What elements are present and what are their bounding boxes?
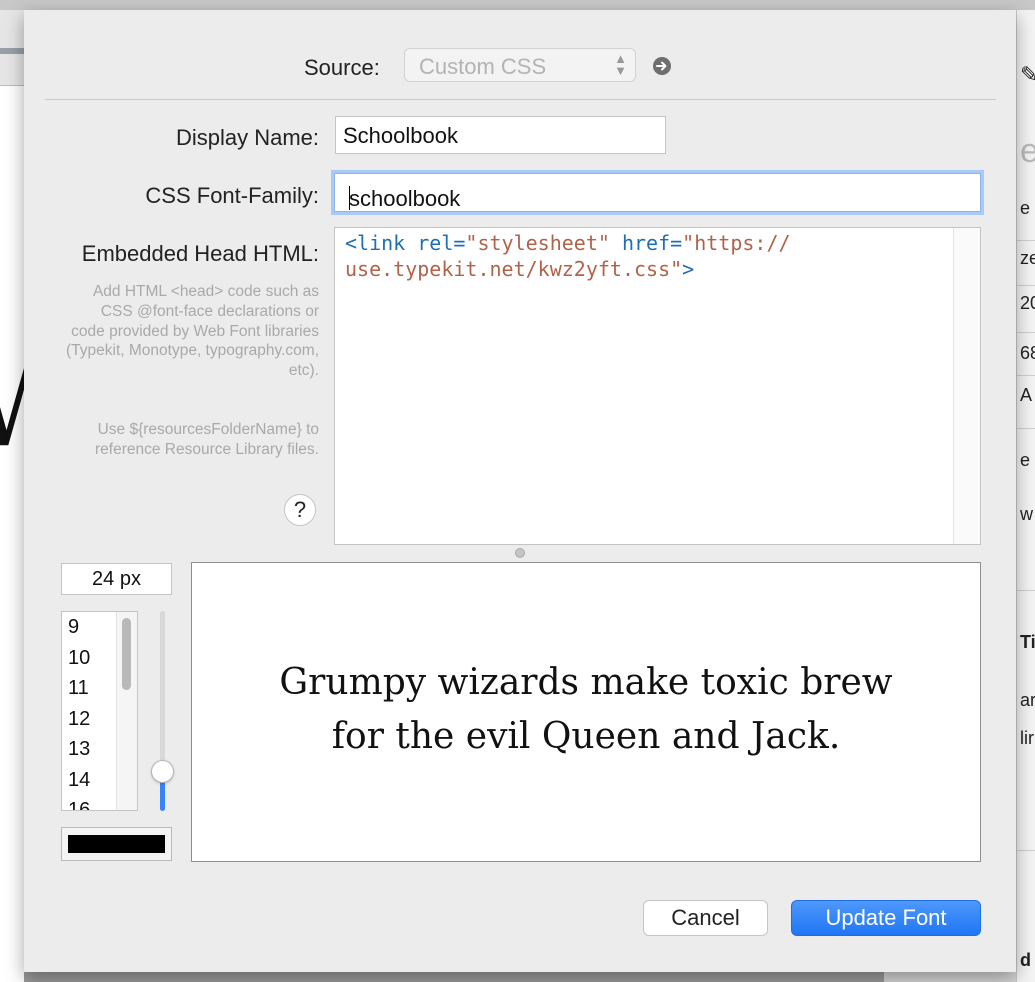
go-arrow-button[interactable]	[653, 57, 671, 75]
preview-line-2: for the evil Queen and Jack.	[331, 716, 841, 757]
section-divider	[45, 99, 996, 100]
size-option[interactable]: 16	[68, 799, 90, 810]
inspector-fragment: e	[1020, 198, 1031, 218]
source-popup-value: Custom CSS	[419, 54, 547, 79]
background-canvas	[0, 10, 24, 982]
display-name-value: Schoolbook	[343, 123, 458, 148]
background-inspector-panel: ✎ e e ze 20 68 A e l w Ti ar lir d	[1016, 10, 1035, 982]
inspector-fragment: e	[1020, 132, 1035, 171]
cancel-button[interactable]: Cancel	[643, 900, 768, 936]
preview-line-1: Grumpy wizards make toxic brew	[279, 662, 893, 703]
display-name-label: Display Name:	[175, 125, 319, 150]
embedded-head-code: <link rel="stylesheet" href="https:// us…	[345, 231, 791, 281]
source-label: Source:	[304, 55, 380, 80]
embedded-head-label: Embedded Head HTML:	[81, 241, 319, 266]
size-option[interactable]: 11	[68, 677, 89, 700]
css-font-family-label: CSS Font-Family:	[145, 183, 319, 208]
popup-chevrons-icon: ▲ ▼	[614, 51, 627, 78]
size-list-scrollbar[interactable]	[116, 612, 137, 810]
arrow-right-icon	[656, 61, 667, 71]
resources-help-text: Use ${resourcesFolderName} to reference …	[95, 421, 319, 458]
inspector-fragment: A	[1020, 385, 1033, 405]
size-option[interactable]: 12	[68, 708, 90, 731]
inspector-fragment: 20	[1020, 293, 1035, 313]
font-color-well[interactable]	[61, 827, 172, 861]
inspector-fragment: d	[1020, 950, 1031, 970]
background-window-titlebar	[0, 0, 1035, 10]
text-caret	[349, 186, 350, 210]
embedded-head-help-text: Add HTML <head> code such as CSS @font-f…	[66, 283, 319, 380]
display-name-field[interactable]: Schoolbook	[335, 116, 666, 154]
inspector-icon: ✎	[1020, 62, 1035, 88]
inspector-fragment: ze	[1020, 248, 1035, 268]
font-preview: Grumpy wizards make toxic brew for the e…	[191, 562, 981, 862]
font-size-list[interactable]: 9 10 11 12 13 14 16	[61, 611, 138, 811]
help-button[interactable]: ?	[284, 494, 316, 526]
splitter-handle[interactable]	[515, 548, 525, 558]
css-font-family-value: schoolbook	[349, 186, 461, 211]
inspector-fragment: e l	[1020, 450, 1035, 470]
background-toolbar-strip	[0, 48, 24, 54]
background-statusbar	[24, 972, 884, 982]
font-size-field[interactable]: 24 px	[61, 563, 172, 595]
editor-scrollbar[interactable]	[953, 228, 980, 544]
font-size-slider-knob[interactable]	[151, 759, 174, 783]
font-color-swatch	[68, 835, 165, 853]
inspector-fragment: lir	[1020, 728, 1034, 748]
inspector-fragment: 68	[1020, 343, 1035, 363]
embedded-head-editor[interactable]: <link rel="stylesheet" href="https:// us…	[334, 227, 981, 545]
source-popup[interactable]: Custom CSS ▲ ▼	[404, 48, 636, 82]
inspector-fragment: Ti	[1020, 632, 1035, 652]
size-option[interactable]: 9	[68, 616, 79, 639]
css-font-family-field[interactable]: schoolbook	[334, 173, 981, 212]
size-option[interactable]: 10	[68, 647, 90, 670]
size-option[interactable]: 13	[68, 738, 90, 761]
scrollbar-thumb[interactable]	[122, 618, 131, 690]
font-dialog: Source: Custom CSS ▲ ▼ Display Name: Scho…	[24, 10, 1016, 972]
size-option[interactable]: 14	[68, 769, 90, 792]
inspector-fragment: ar	[1020, 690, 1035, 710]
update-font-button[interactable]: Update Font	[791, 900, 981, 936]
inspector-fragment: w	[1020, 504, 1033, 524]
preview-sample-text: Grumpy wizards make toxic brew for the e…	[232, 656, 940, 764]
